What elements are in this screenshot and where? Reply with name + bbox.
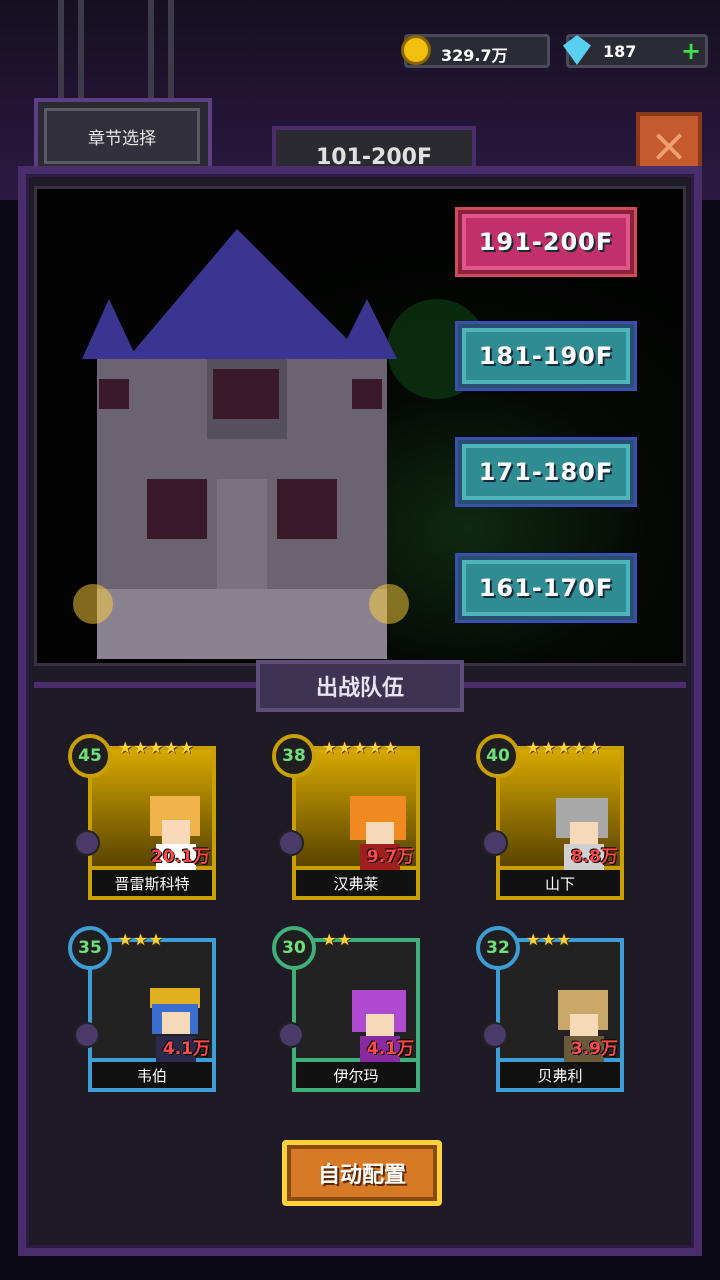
- hero-card-4[interactable]: 4.1万 韦伯 35 ★★★: [66, 926, 216, 1094]
- chain-right: [148, 0, 174, 100]
- stage-label: 171-180F: [478, 458, 614, 486]
- hero-name: 山下: [496, 870, 624, 900]
- weapon-icon: [74, 1022, 100, 1048]
- stage-label: 181-190F: [478, 342, 614, 370]
- hero-power: 8.8万: [570, 847, 618, 867]
- stage-label: 161-170F: [478, 574, 614, 602]
- weapon-icon: [278, 1022, 304, 1048]
- hero-name: 贝弗利: [496, 1062, 624, 1092]
- team-title: 出战队伍: [256, 660, 464, 712]
- hero-level: 30: [272, 926, 316, 970]
- stage-label: 191-200F: [478, 228, 614, 256]
- hero-power: 4.1万: [162, 1039, 210, 1059]
- hero-level: 45: [68, 734, 112, 778]
- hero-power: 4.1万: [366, 1039, 414, 1059]
- weapon-icon: [278, 830, 304, 856]
- chapter-select-button[interactable]: 章节选择: [34, 98, 212, 170]
- star-rating: ★★★: [526, 930, 573, 949]
- star-rating: ★★★★★: [526, 738, 603, 757]
- weapon-icon: [482, 830, 508, 856]
- hero-name: 韦伯: [88, 1062, 216, 1092]
- hero-card-2[interactable]: 9.7万 汉弗莱 38 ★★★★★: [270, 734, 420, 902]
- team-title-label: 出战队伍: [315, 676, 404, 701]
- gem-counter: 187 +: [563, 34, 708, 68]
- hero-level: 32: [476, 926, 520, 970]
- hero-name: 伊尔玛: [292, 1062, 420, 1092]
- weapon-icon: [74, 830, 100, 856]
- close-icon: ×: [649, 118, 689, 172]
- hero-name: 晋雷斯科特: [88, 870, 216, 900]
- stage-button-181-190[interactable]: 181-190F: [458, 324, 634, 388]
- gold-counter: 329.7万: [401, 34, 550, 68]
- hero-level: 38: [272, 734, 316, 778]
- gold-amount: 329.7万: [441, 46, 508, 65]
- hero-card-1[interactable]: 20.1万 晋雷斯科特 45 ★★★★★: [66, 734, 216, 902]
- gem-icon: [563, 35, 591, 65]
- star-rating: ★★: [322, 930, 353, 949]
- hero-level: 35: [68, 926, 112, 970]
- weapon-icon: [482, 1022, 508, 1048]
- star-rating: ★★★★★: [322, 738, 399, 757]
- stage-button-191-200[interactable]: 191-200F: [458, 210, 634, 274]
- add-gems-button[interactable]: +: [681, 37, 701, 65]
- chapter-select-label: 章节选择: [44, 108, 200, 164]
- coin-icon: [401, 35, 431, 65]
- hero-card-5[interactable]: 4.1万 伊尔玛 30 ★★: [270, 926, 420, 1094]
- stage-button-171-180[interactable]: 171-180F: [458, 440, 634, 504]
- hero-card-6[interactable]: 3.9万 贝弗利 32 ★★★: [474, 926, 624, 1094]
- hero-level: 40: [476, 734, 520, 778]
- hero-power: 3.9万: [570, 1039, 618, 1059]
- hero-name: 汉弗莱: [292, 870, 420, 900]
- stage-button-161-170[interactable]: 161-170F: [458, 556, 634, 620]
- hero-power: 20.1万: [151, 847, 210, 867]
- gem-amount: 187: [603, 42, 637, 61]
- hero-card-3[interactable]: 8.8万 山下 40 ★★★★★: [474, 734, 624, 902]
- auto-configure-label: 自动配置: [317, 1163, 406, 1188]
- star-rating: ★★★★★: [118, 738, 195, 757]
- chain-left: [58, 0, 84, 100]
- auto-configure-button[interactable]: 自动配置: [282, 1140, 442, 1206]
- hero-power: 9.7万: [366, 847, 414, 867]
- star-rating: ★★★: [118, 930, 165, 949]
